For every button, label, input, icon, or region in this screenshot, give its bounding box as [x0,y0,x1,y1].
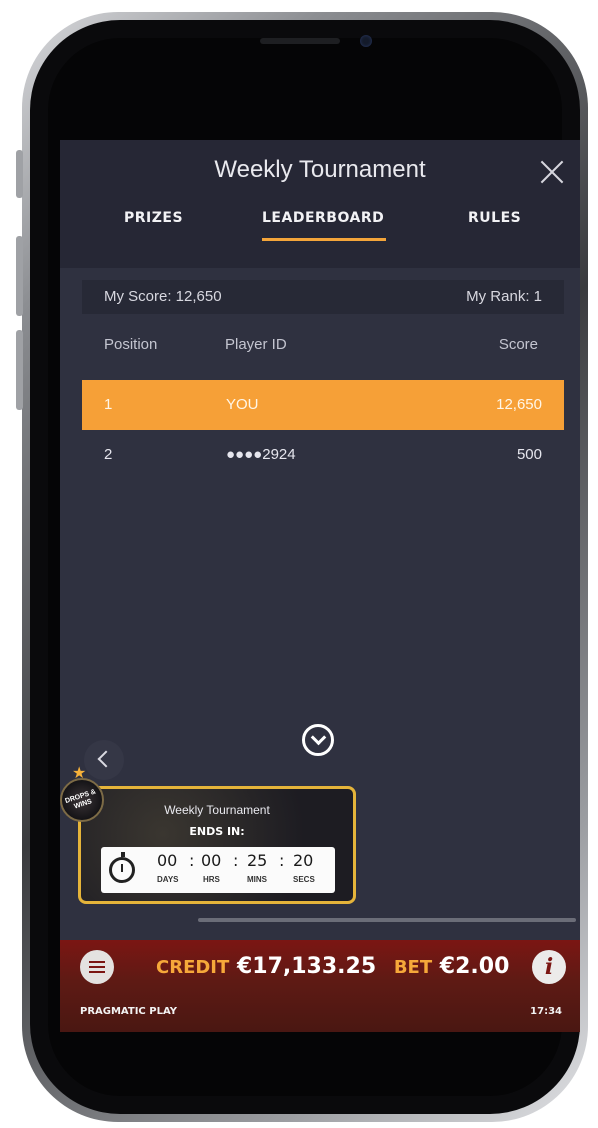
table-row: 1 YOU 12,650 [82,380,564,430]
timer-hours: 00 [201,851,222,870]
credit-label: CREDIT [156,957,230,978]
score-summary: My Score: 12,650 My Rank: 1 [82,280,564,314]
phone-speaker [260,38,340,44]
row-player-id: YOU [226,396,259,413]
countdown-timer: 00 : 00 : 25 : 20 DAYS HRS MINS SECS [101,847,335,893]
stopwatch-icon [109,852,135,883]
column-header-position: Position [104,336,158,353]
info-icon[interactable]: i [532,950,566,984]
phone-volume-down [16,330,23,410]
bet-value: €2.00 [439,954,510,979]
timer-minutes: 25 [247,851,268,870]
column-header-player-id: Player ID [225,336,287,353]
row-score: 500 [516,446,542,463]
chevron-left-icon[interactable] [84,740,124,780]
clock: 17:34 [530,1006,562,1017]
table-row: 2 ●●●●2924 500 [82,430,564,480]
timer-separator: : [279,851,285,870]
tab-bar: PRIZES LEADERBOARD RULES [60,210,580,250]
column-header-score: Score [498,336,538,353]
timer-days-label: DAYS [157,875,179,884]
row-player-id: ●●●●2924 [226,446,296,463]
active-tab-indicator [262,238,386,241]
timer-hours-label: HRS [203,875,220,884]
panel-header: Weekly Tournament PRIZES LEADERBOARD RUL… [60,140,580,268]
my-rank: My Rank: 1 [466,288,542,305]
tab-prizes[interactable]: PRIZES [124,210,183,226]
bet-label: BET [393,957,433,978]
timer-seconds-label: SECS [293,875,315,884]
phone-camera [360,35,372,47]
timer-separator: : [233,851,239,870]
scroll-indicator [198,918,576,922]
phone-side-button [16,150,23,198]
my-score: My Score: 12,650 [104,288,222,305]
chevron-down-icon[interactable] [302,724,334,756]
phone-volume-up [16,236,23,316]
row-position: 1 [104,396,113,413]
panel-title: Weekly Tournament [214,156,426,183]
timer-separator: : [189,851,195,870]
tournament-widget[interactable]: Weekly Tournament ENDS IN: 00 : 00 : 25 … [78,786,356,904]
game-bottom-bar: CREDIT €17,133.25 BET €2.00 i PRAGMATIC … [60,940,580,1032]
widget-title: Weekly Tournament [164,803,270,817]
credit-bet-display: CREDIT €17,133.25 BET €2.00 [156,954,509,979]
tab-leaderboard[interactable]: LEADERBOARD [262,210,384,226]
timer-seconds: 20 [293,851,314,870]
tab-rules[interactable]: RULES [468,210,521,226]
brand-label: PRAGMATIC PLAY [80,1006,177,1017]
row-position: 2 [104,446,113,463]
timer-days: 00 [157,851,178,870]
widget-ends-label: ENDS IN: [189,825,245,838]
menu-icon[interactable] [80,950,114,984]
star-icon: ★ [72,765,87,782]
timer-minutes-label: MINS [247,875,267,884]
close-icon[interactable] [534,154,570,190]
row-score: 12,650 [496,396,542,413]
credit-value: €17,133.25 [236,954,377,979]
